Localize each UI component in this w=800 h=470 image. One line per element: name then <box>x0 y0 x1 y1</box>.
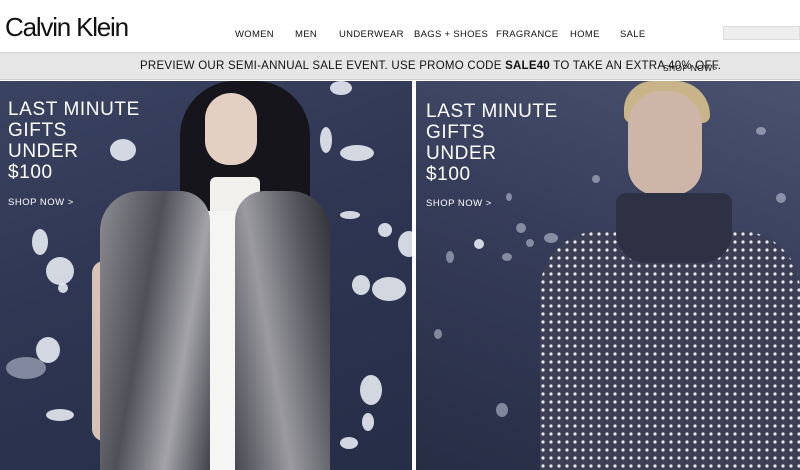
model-face <box>628 91 702 195</box>
confetti-dot <box>340 437 358 449</box>
confetti-dot <box>32 229 48 255</box>
confetti-dot <box>378 223 392 237</box>
confetti-dot <box>502 253 512 261</box>
nav-bags-shoes[interactable]: BAGS + SHOES <box>414 29 488 40</box>
nav-home[interactable]: HOME <box>570 29 600 40</box>
promo-code: SALE40 <box>505 60 551 72</box>
confetti-dot <box>362 413 374 431</box>
shop-now-link-women[interactable]: SHOP NOW > <box>8 197 74 208</box>
headline-line: GIFTS <box>426 122 485 143</box>
confetti-dot <box>372 277 406 301</box>
main-nav: WOMEN MEN UNDERWEAR BAGS + SHOES FRAGRAN… <box>0 29 720 43</box>
headline-line: $100 <box>8 162 53 183</box>
model-face <box>205 93 257 165</box>
confetti-dot <box>352 275 370 295</box>
panel-headline: LAST MINUTE GIFTS UNDER $100 <box>8 99 140 183</box>
promo-text-before: PREVIEW OUR SEMI-ANNUAL SALE EVENT. USE … <box>140 60 506 72</box>
nav-sale[interactable]: SALE <box>620 29 646 40</box>
model-sweater <box>540 231 800 470</box>
promo-banner: PREVIEW OUR SEMI-ANNUAL SALE EVENT. USE … <box>0 52 800 80</box>
panel-headline: LAST MINUTE GIFTS UNDER $100 <box>426 101 558 185</box>
promo-shop-now-link[interactable]: SHOP NOW> <box>663 63 718 73</box>
headline-line: LAST MINUTE <box>426 101 558 122</box>
headline-line: UNDER <box>8 141 79 162</box>
confetti-dot <box>526 239 534 247</box>
confetti-dot <box>516 223 526 233</box>
nav-men[interactable]: MEN <box>295 29 317 40</box>
confetti-dot <box>340 145 374 161</box>
confetti-dot <box>330 81 352 95</box>
confetti-dot <box>544 233 558 243</box>
headline-line: GIFTS <box>8 120 67 141</box>
confetti-dot <box>434 329 442 339</box>
headline-line: LAST MINUTE <box>8 99 140 120</box>
confetti-dot <box>474 239 484 249</box>
confetti-dot <box>320 127 332 153</box>
confetti-dot <box>506 193 512 201</box>
hero-panel-men[interactable]: LAST MINUTE GIFTS UNDER $100 SHOP NOW > <box>416 81 800 470</box>
headline-line: $100 <box>426 164 471 185</box>
nav-women[interactable]: WOMEN <box>235 29 274 40</box>
confetti-dot <box>58 283 68 293</box>
fur-vest-right <box>235 191 330 470</box>
confetti-dot <box>776 193 786 203</box>
confetti-dot <box>340 211 360 219</box>
confetti-dot <box>46 409 74 421</box>
shop-now-link-men[interactable]: SHOP NOW > <box>426 198 492 209</box>
confetti-dot <box>46 257 74 285</box>
model-shawl-collar <box>616 193 732 263</box>
confetti-dot <box>446 251 454 263</box>
nav-fragrance[interactable]: FRAGRANCE <box>496 29 558 40</box>
search-input[interactable] <box>723 26 800 40</box>
confetti-dot <box>360 375 382 405</box>
headline-line: UNDER <box>426 143 497 164</box>
hero-panel-women[interactable]: LAST MINUTE GIFTS UNDER $100 SHOP NOW > <box>0 81 412 470</box>
confetti-dot <box>6 357 46 379</box>
confetti-dot <box>592 175 600 183</box>
confetti-dot <box>756 127 766 135</box>
confetti-dot <box>398 231 412 257</box>
fur-vest-left <box>100 191 210 470</box>
nav-underwear[interactable]: UNDERWEAR <box>339 29 404 40</box>
site-header: Calvin Klein WOMEN MEN UNDERWEAR BAGS + … <box>0 0 800 52</box>
confetti-dot <box>496 403 508 417</box>
promo-message: PREVIEW OUR SEMI-ANNUAL SALE EVENT. USE … <box>140 60 721 72</box>
